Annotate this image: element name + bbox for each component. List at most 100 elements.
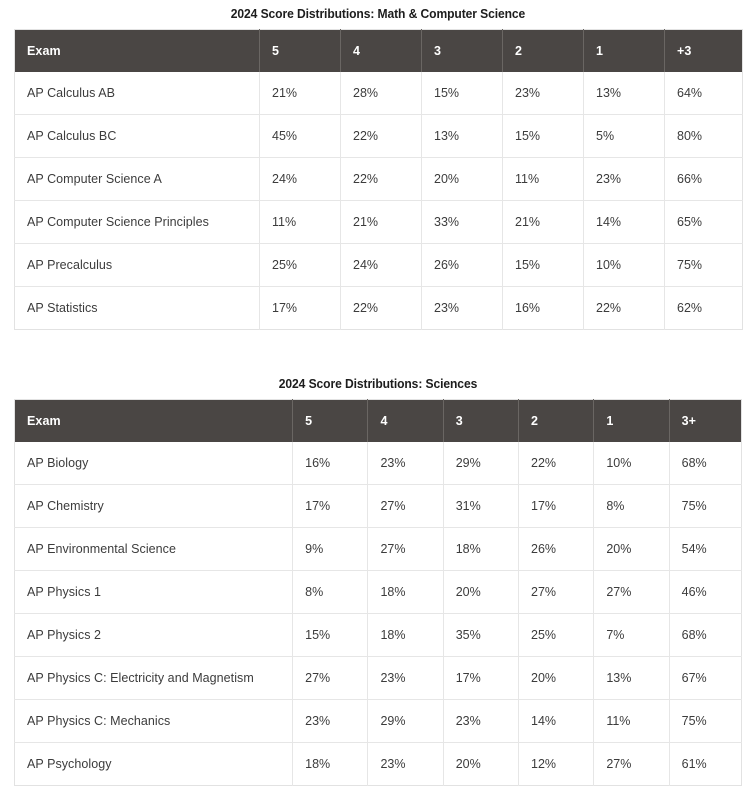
score-2-value: 12% xyxy=(518,742,595,786)
table-row: AP Computer Science Principles 11% 21% 3… xyxy=(14,200,743,244)
score-3-plus-value: 68% xyxy=(669,613,742,657)
exam-name: AP Physics C: Electricity and Magnetism xyxy=(14,656,294,700)
table-row: AP Statistics 17% 22% 23% 16% 22% 62% xyxy=(14,286,743,330)
score-3-value: 29% xyxy=(443,441,520,485)
exam-name: AP Biology xyxy=(14,441,294,485)
score-4-value: 29% xyxy=(367,699,444,743)
header-row: Exam 5 4 3 2 1 3+ xyxy=(14,399,742,442)
column-header-score-3-plus[interactable]: 3+ xyxy=(669,399,742,442)
table-row: AP Physics C: Electricity and Magnetism … xyxy=(14,656,742,700)
score-table-math-computer-science: Exam 5 4 3 2 1 +3 AP Calculus AB 21% 28%… xyxy=(14,29,743,330)
table-block-sciences: 2024 Score Distributions: Sciences Exam … xyxy=(0,330,756,786)
table-title-math-computer-science: 2024 Score Distributions: Math & Compute… xyxy=(230,6,526,21)
score-3-plus-value: 68% xyxy=(681,455,707,470)
table-block-math-computer-science: 2024 Score Distributions: Math & Compute… xyxy=(0,0,756,330)
score-1-value: 13% xyxy=(593,656,670,700)
table-header-math-computer-science: Exam 5 4 3 2 1 +3 xyxy=(14,29,743,72)
score-1-value: 8% xyxy=(593,484,670,528)
score-distributions-page: 2024 Score Distributions: Math & Compute… xyxy=(0,0,756,799)
score-3-value: 13% xyxy=(421,114,503,158)
table-row: AP Physics 1 8% 18% 20% 27% 27% 46% xyxy=(14,570,742,614)
score-1-value: 10% xyxy=(593,441,670,485)
score-1-value: 10% xyxy=(583,243,665,287)
score-1-value: 23% xyxy=(583,157,665,201)
score-3-plus-value: 46% xyxy=(669,570,742,614)
score-4-value: 21% xyxy=(340,200,422,244)
score-4-value: 18% xyxy=(367,613,444,657)
table-row: AP Computer Science A 24% 22% 20% 11% 23… xyxy=(14,157,743,201)
column-header-score-1[interactable]: 1 xyxy=(583,29,665,72)
score-5-value: 24% xyxy=(259,157,341,201)
score-3-plus-value: 65% xyxy=(664,200,743,244)
column-header-score-2[interactable]: 2 xyxy=(518,399,595,442)
table-row: AP Physics C: Mechanics 23% 29% 23% 14% … xyxy=(14,699,742,743)
score-3-value: 31% xyxy=(443,484,520,528)
column-header-score-4[interactable]: 4 xyxy=(367,399,444,442)
table-row: AP Chemistry 17% 27% 31% 17% 8% 75% xyxy=(14,484,742,528)
column-header-score-3[interactable]: 3 xyxy=(443,399,520,442)
column-header-score-3-plus[interactable]: +3 xyxy=(664,29,743,72)
score-3-plus-value: 75% xyxy=(669,484,742,528)
score-3-plus-value: 62% xyxy=(664,286,743,330)
score-5-value: 45% xyxy=(259,114,341,158)
score-3-plus-value: 75% xyxy=(669,699,742,743)
score-3-value: 26% xyxy=(421,243,503,287)
score-3-value: 15% xyxy=(421,71,503,115)
score-2-value: 27% xyxy=(518,570,595,614)
score-5-value: 11% xyxy=(259,200,341,244)
score-3-plus-value: 67% xyxy=(669,656,742,700)
table-title-sciences: 2024 Score Distributions: Sciences xyxy=(278,376,478,391)
score-3-plus-value: 75% xyxy=(664,243,743,287)
score-5-value: 23% xyxy=(292,699,369,743)
column-header-score-1[interactable]: 1 xyxy=(593,399,670,442)
column-header-score-5[interactable]: 5 xyxy=(259,29,341,72)
score-3-value: 17% xyxy=(443,656,520,700)
column-header-exam[interactable]: Exam xyxy=(14,399,294,442)
score-2-value: 11% xyxy=(502,157,584,201)
score-2-value: 14% xyxy=(518,699,595,743)
score-2-value: 26% xyxy=(518,527,595,571)
exam-name: AP Physics 2 xyxy=(14,613,294,657)
score-4-value: 23% xyxy=(367,742,444,786)
exam-name: AP Precalculus xyxy=(14,243,260,287)
table-row: AP Psychology 18% 23% 20% 12% 27% 61% xyxy=(14,742,742,786)
score-2-value: 23% xyxy=(502,71,584,115)
score-5-value: 18% xyxy=(292,742,369,786)
score-2-value: 17% xyxy=(518,484,595,528)
score-3-value: 18% xyxy=(443,527,520,571)
score-4-value: 24% xyxy=(340,243,422,287)
column-header-score-2[interactable]: 2 xyxy=(502,29,584,72)
score-2-value: 21% xyxy=(502,200,584,244)
exam-name: AP Computer Science A xyxy=(14,157,260,201)
table-row: AP Biology 16% 23% 29% 22% 10% 68% xyxy=(14,441,742,485)
column-header-score-3[interactable]: 3 xyxy=(421,29,503,72)
column-header-score-4[interactable]: 4 xyxy=(340,29,422,72)
score-1-value: 5% xyxy=(583,114,665,158)
score-4-value: 28% xyxy=(340,71,422,115)
score-4-value: 22% xyxy=(340,114,422,158)
score-table-sciences: Exam 5 4 3 2 1 3+ AP Biology 16% 23% 29%… xyxy=(14,399,742,786)
score-2-value: 16% xyxy=(502,286,584,330)
exam-name: AP Calculus BC xyxy=(14,114,260,158)
column-header-exam[interactable]: Exam xyxy=(14,29,260,72)
score-4-value: 23% xyxy=(367,441,444,485)
exam-name: AP Psychology xyxy=(14,742,294,786)
table-row: AP Calculus BC 45% 22% 13% 15% 5% 80% xyxy=(14,114,743,158)
score-5-value: 15% xyxy=(292,613,369,657)
score-2-value: 22% xyxy=(518,441,595,485)
table-row: AP Precalculus 25% 24% 26% 15% 10% 75% xyxy=(14,243,743,287)
score-1-value: 11% xyxy=(593,699,670,743)
score-5-value: 8% xyxy=(292,570,369,614)
score-4-value: 18% xyxy=(367,570,444,614)
exam-name: AP Chemistry xyxy=(14,484,294,528)
score-1-value: 27% xyxy=(593,570,670,614)
score-3-plus-value: 80% xyxy=(664,114,743,158)
score-3-value: 20% xyxy=(443,570,520,614)
exam-name: AP Calculus AB xyxy=(14,71,260,115)
score-5-value: 25% xyxy=(259,243,341,287)
score-3-value: 35% xyxy=(443,613,520,657)
score-5-value: 9% xyxy=(292,527,369,571)
score-2-value: 15% xyxy=(502,114,584,158)
header-row: Exam 5 4 3 2 1 +3 xyxy=(14,29,743,72)
column-header-score-5[interactable]: 5 xyxy=(292,399,369,442)
